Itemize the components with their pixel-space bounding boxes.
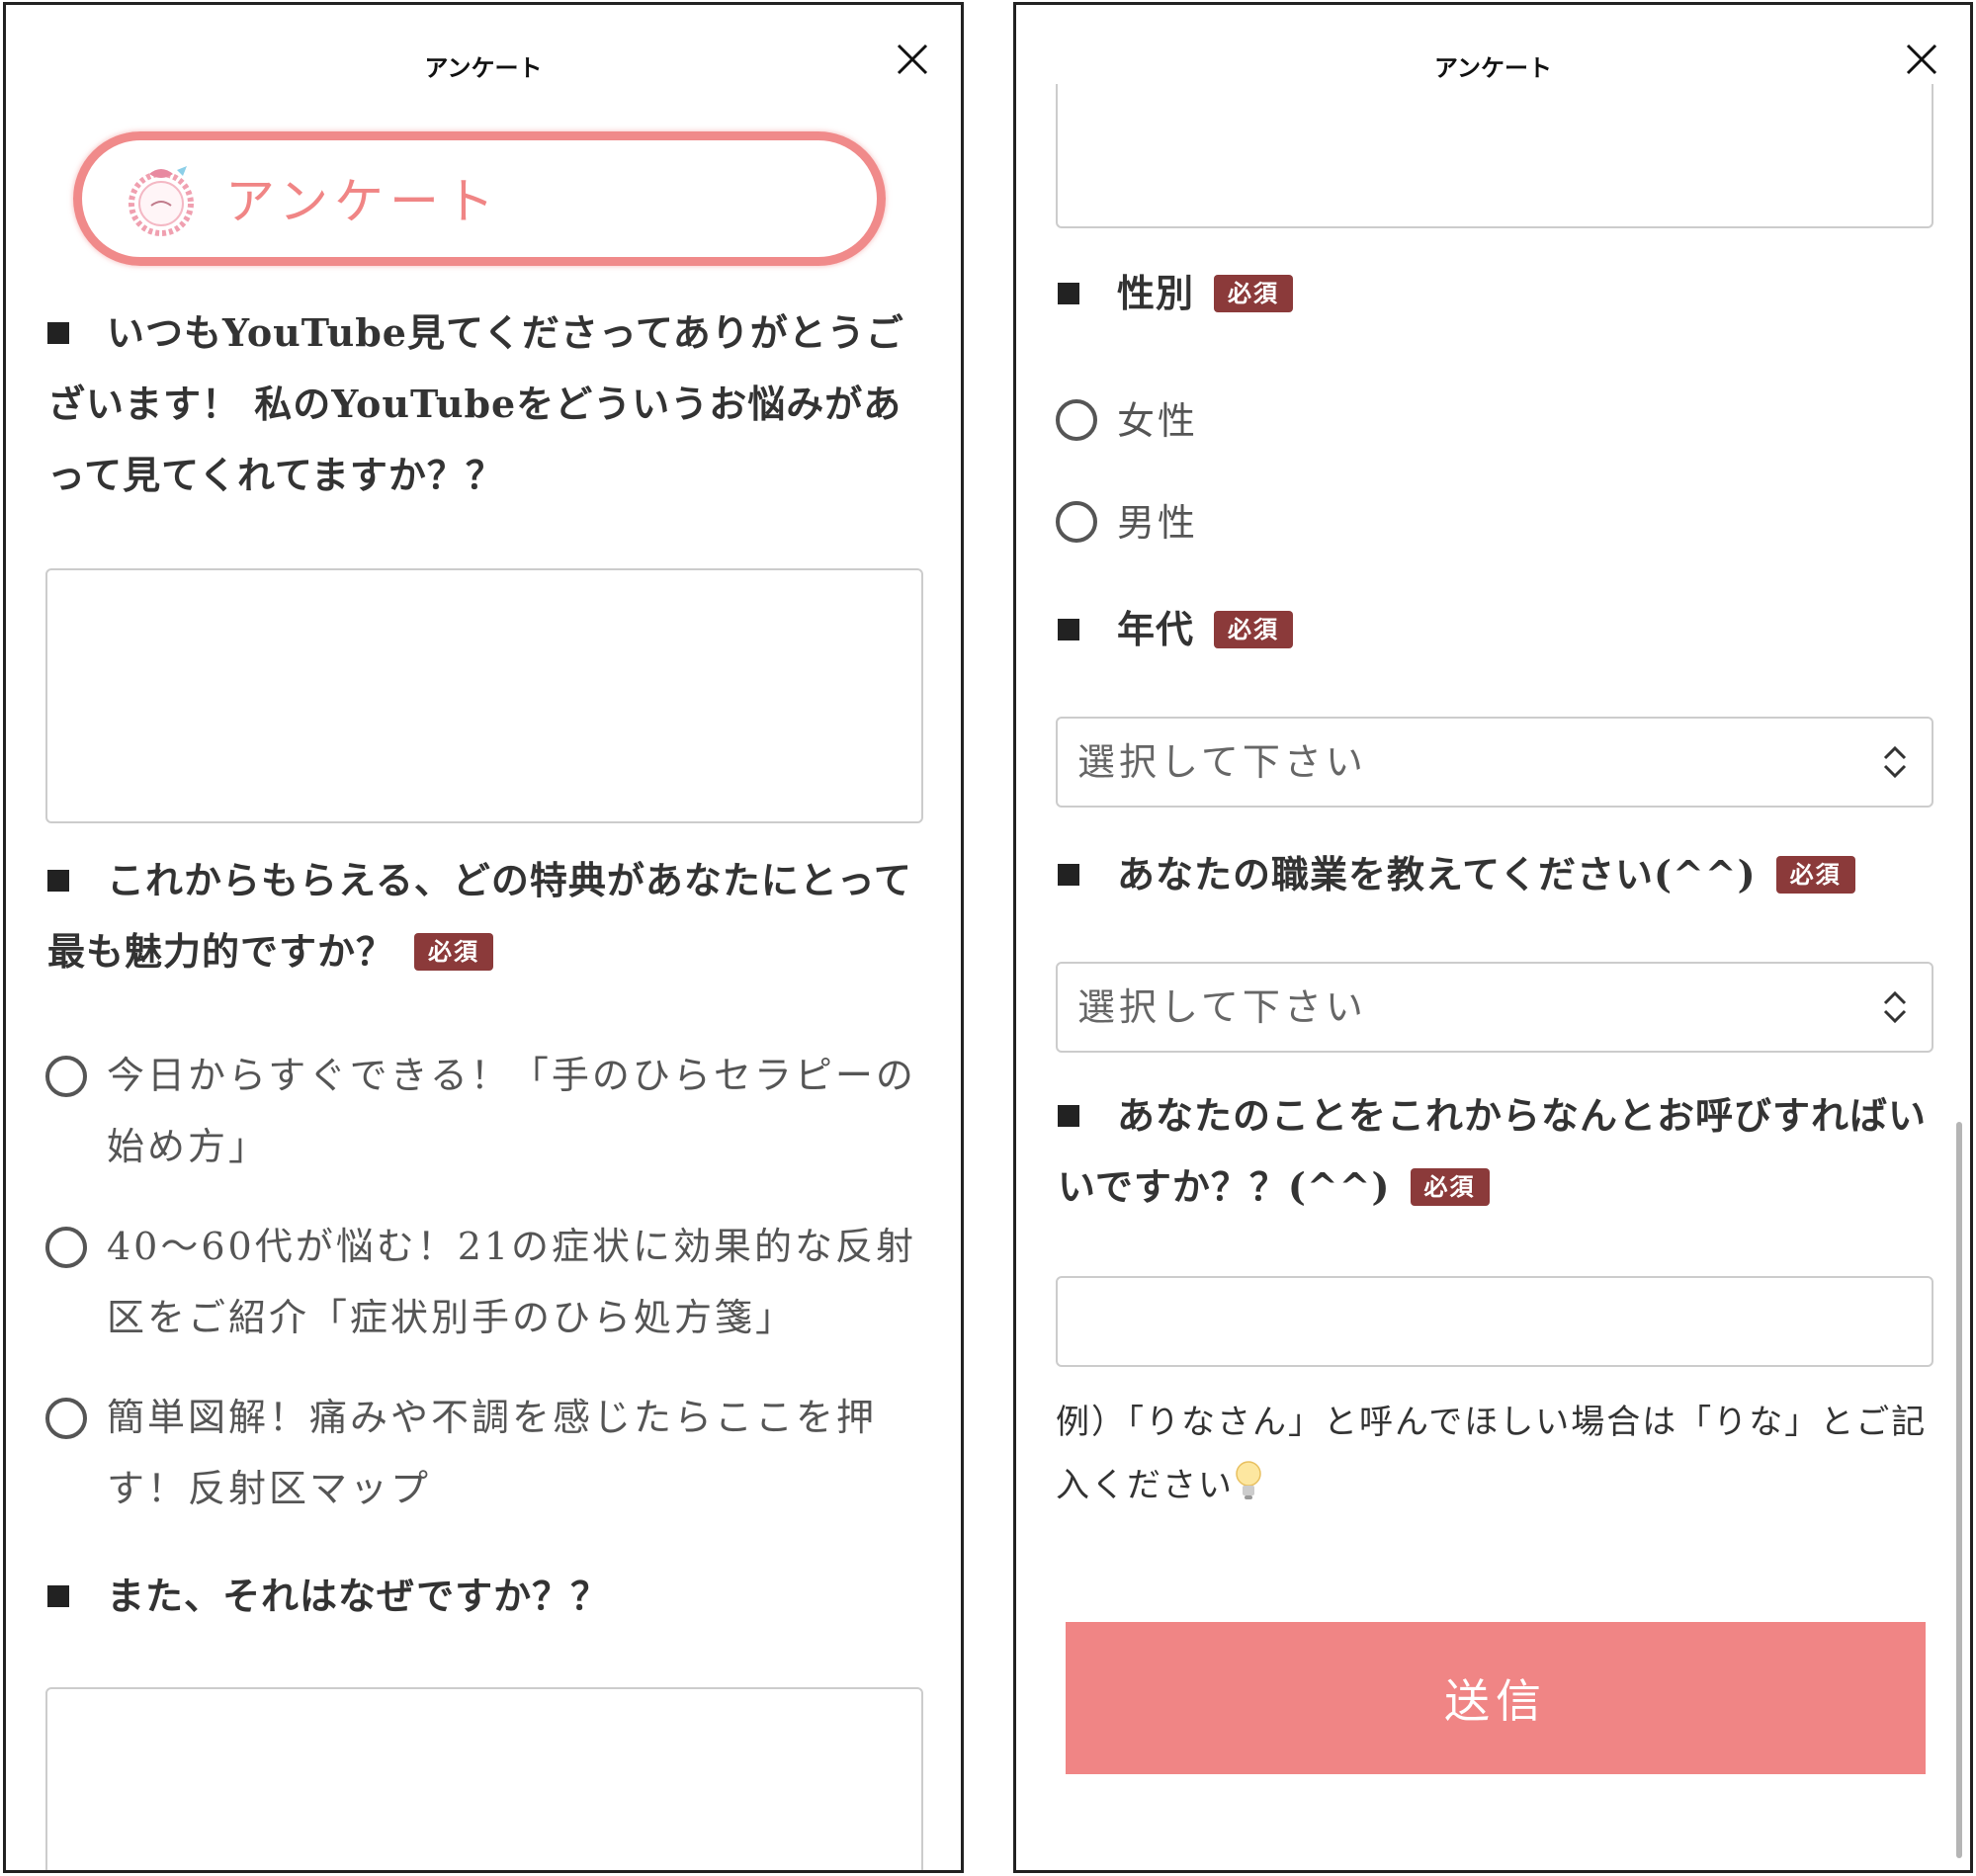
gender-question: 性別 必須 (1058, 258, 1947, 329)
name-question: あなたのことをこれからなんとお呼びすればいいですか？？(^^) 必須 (1058, 1080, 1928, 1223)
radio-button[interactable] (1056, 399, 1097, 441)
square-bullet (47, 321, 69, 344)
survey-panel-right: アンケート 性別 必須 女性 男性 年代 必須 選択して下さい あなたの職業を教えて… (1013, 2, 1973, 1873)
job-select-value: 選択して下さい (1077, 985, 1367, 1029)
question-3-text: また、それはなぜですか？？ (107, 1574, 610, 1618)
radio-male[interactable]: 男性 (1056, 497, 1451, 556)
required-badge: 必須 (1214, 274, 1294, 312)
close-icon[interactable] (1905, 43, 1938, 76)
job-select[interactable]: 選択して下さい (1056, 962, 1933, 1053)
answer-1-textarea[interactable] (45, 568, 923, 823)
survey-banner: アンケート (73, 131, 886, 266)
square-bullet (1058, 282, 1079, 304)
chevron-up-down-icon (1883, 745, 1907, 779)
radio-button[interactable] (45, 1056, 87, 1097)
radio-option-2[interactable]: 40〜60代が悩む！21の症状に効果的な反射区をご紹介「症状別手のひら処方箋」 (45, 1219, 935, 1367)
required-badge: 必須 (414, 932, 494, 971)
age-question: 年代 必須 (1058, 594, 1947, 665)
job-question: あなたの職業を教えてください(^^) 必須 (1058, 839, 1957, 910)
lightbulb-icon (1236, 1461, 1261, 1499)
banner-title: アンケート (225, 173, 500, 230)
wreath-logo-icon (129, 166, 194, 236)
square-bullet (47, 1584, 69, 1607)
chevron-up-down-icon (1883, 990, 1907, 1024)
age-select[interactable]: 選択して下さい (1056, 717, 1933, 808)
question-1: いつもYouTube見てくださってありがとうございます！ 私のYouTubeをど… (47, 298, 937, 511)
radio-option-label: 今日からすぐできる！「手のひらセラピーの始め方」 (107, 1054, 916, 1168)
radio-option-1[interactable]: 今日からすぐできる！「手のひらセラピーの始め方」 (45, 1048, 935, 1196)
square-bullet (1058, 1104, 1079, 1127)
required-badge: 必須 (1775, 855, 1855, 894)
radio-option-3[interactable]: 簡単図解！痛みや不調を感じたらここを押す！反射区マップ (45, 1390, 935, 1538)
radio-option-label: 簡単図解！痛みや不調を感じたらここを押す！反射区マップ (107, 1396, 878, 1510)
radio-button[interactable] (45, 1398, 87, 1439)
answer-textarea-partial[interactable] (1056, 84, 1933, 228)
question-2: これからもらえる、どの特典があなたにとって最も魅力的ですか？ 必須 (47, 845, 937, 987)
name-label: あなたのことをこれからなんとお呼びすればいいですか？？(^^) (1058, 1093, 1928, 1209)
square-bullet (1058, 863, 1079, 886)
close-icon[interactable] (896, 43, 929, 76)
header-title: アンケート (424, 54, 543, 82)
square-bullet (47, 869, 69, 892)
radio-option-label: 女性 (1117, 399, 1199, 443)
nickname-example-text: 例）「りなさん」と呼んでほしい場合は「りな」とご記入ください (1056, 1403, 1928, 1505)
job-label: あなたの職業を教えてください(^^) (1117, 852, 1757, 896)
age-select-value: 選択して下さい (1077, 740, 1367, 784)
radio-option-label: 男性 (1117, 501, 1199, 545)
radio-female[interactable]: 女性 (1056, 395, 1451, 455)
submit-button[interactable]: 送信 (1066, 1622, 1926, 1774)
scrollbar[interactable] (1956, 1122, 1962, 1858)
required-badge: 必須 (1214, 610, 1294, 648)
header-title: アンケート (1433, 54, 1553, 82)
radio-button[interactable] (1056, 501, 1097, 543)
nickname-example: 例）「りなさん」と呼んでほしい場合は「りな」とご記入ください (1056, 1391, 1945, 1517)
radio-option-label: 40〜60代が悩む！21の症状に効果的な反射区をご紹介「症状別手のひら処方箋」 (107, 1225, 917, 1339)
question-1-text: いつもYouTube見てくださってありがとうございます！ 私のYouTubeをど… (47, 310, 904, 497)
radio-button[interactable] (45, 1227, 87, 1268)
answer-3-textarea[interactable] (45, 1687, 923, 1870)
gender-label: 性別 (1117, 271, 1195, 315)
nickname-input[interactable] (1056, 1276, 1933, 1367)
square-bullet (1058, 618, 1079, 640)
required-badge: 必須 (1410, 1167, 1490, 1206)
question-3: また、それはなぜですか？？ (47, 1561, 937, 1632)
age-label: 年代 (1117, 607, 1195, 651)
survey-panel-left: アンケート アンケート いつもYouTube見てくださってありがとうございます！… (3, 2, 964, 1873)
